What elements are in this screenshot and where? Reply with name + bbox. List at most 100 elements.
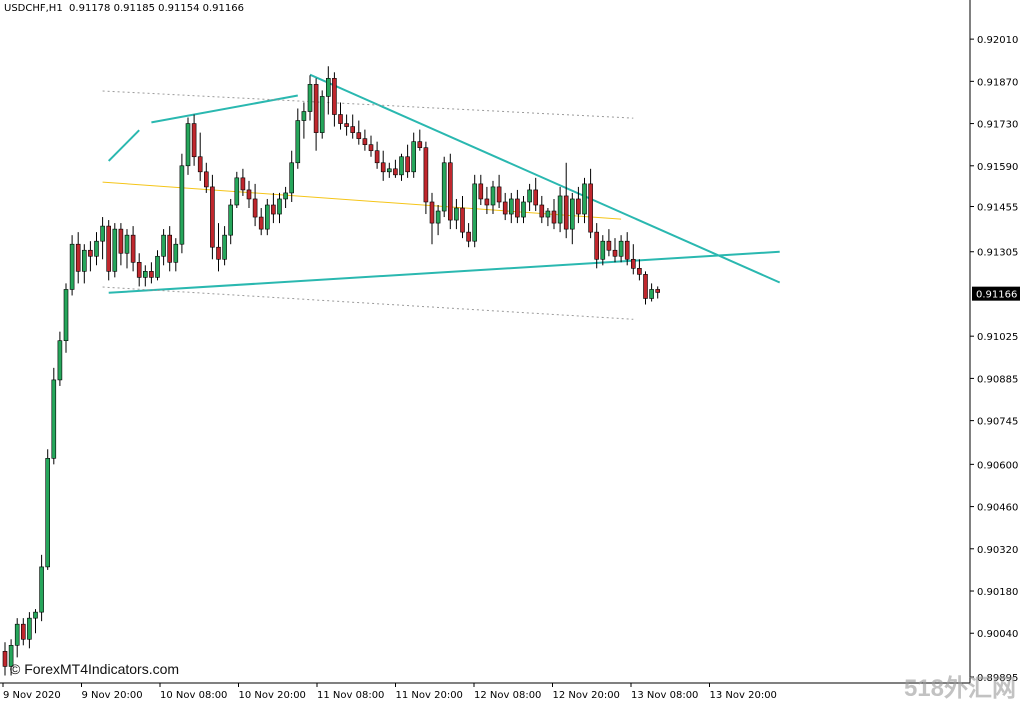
candle-body [557, 195, 563, 224]
candle-body [490, 186, 496, 206]
current-price-tag: 0.91166 [972, 286, 1020, 301]
candle-body [521, 201, 526, 218]
candle-body [466, 231, 471, 242]
candle [39, 554, 44, 622]
candle [319, 90, 325, 139]
y-tick-label: 0.90460 [977, 503, 1018, 514]
candle-body [161, 234, 166, 257]
candle-body [386, 168, 392, 173]
y-tick-label: 0.90180 [977, 587, 1018, 598]
candle [411, 132, 417, 178]
candle [106, 220, 111, 281]
candle-body [600, 240, 606, 260]
candle [386, 162, 392, 178]
candle-series [2, 66, 661, 676]
candle [502, 192, 508, 221]
candle-body [588, 183, 593, 233]
x-tick-label: 10 Nov 20:00 [239, 690, 306, 701]
candle [545, 208, 551, 227]
price-axis: 0.92010 0.91870 0.91730 0.91590 0.91455 0.913… [970, 35, 1018, 684]
candle [325, 66, 331, 115]
candle-body [51, 379, 57, 459]
candle-body [624, 240, 630, 260]
candle-body [533, 189, 539, 206]
candle-body [173, 243, 179, 263]
candle-body [130, 234, 136, 263]
upper-trendline-line [151, 94, 298, 124]
candle-body [246, 189, 252, 200]
candle-body [356, 132, 362, 139]
candle-body [283, 192, 288, 200]
candle-body [27, 617, 32, 640]
candle-body [454, 207, 459, 221]
candle [118, 223, 124, 266]
candle [100, 217, 105, 260]
candle [496, 174, 502, 209]
candle [2, 642, 8, 676]
candle [423, 141, 429, 215]
candle-body [594, 231, 600, 260]
candle [569, 192, 575, 245]
candle-body [2, 651, 8, 667]
candle-body [313, 84, 319, 133]
candle [222, 226, 227, 266]
candle-body [197, 156, 203, 173]
ohlc-values: 0.91178 0.91185 0.91154 0.91166 [69, 3, 244, 14]
candle-body [496, 186, 502, 203]
y-tick-label: 0.90745 [977, 417, 1018, 428]
candle-body [179, 165, 185, 245]
candle [57, 331, 63, 386]
candle-body [362, 138, 368, 145]
candle [508, 192, 514, 224]
candle-body [411, 141, 417, 173]
candle-body [405, 156, 410, 173]
candle [380, 150, 386, 181]
candle [618, 235, 624, 263]
candle [161, 229, 166, 266]
candle [313, 78, 319, 151]
candle [350, 114, 356, 139]
candle-body [33, 611, 38, 619]
candle [210, 174, 215, 260]
candle-body [124, 234, 130, 254]
candle-body [69, 243, 75, 290]
candle [307, 75, 313, 121]
chart-axes [0, 0, 971, 684]
candle-body [350, 126, 356, 133]
candle [234, 171, 240, 209]
candle-body [271, 204, 276, 215]
candle-body [167, 234, 172, 263]
x-tick-label: 9 Nov 2020 [3, 690, 61, 701]
candle [27, 612, 32, 649]
candle-body [185, 123, 191, 167]
candle [130, 226, 136, 272]
candle [264, 198, 270, 236]
x-tick-label: 13 Nov 20:00 [710, 690, 777, 701]
candle-body [82, 249, 87, 272]
candle-body [301, 111, 307, 121]
candle [228, 198, 233, 245]
symbol-label: USDCHF,H1 [4, 3, 63, 14]
candle-body [106, 225, 111, 272]
candle-body [94, 240, 99, 257]
candle [143, 265, 148, 287]
price-tag-label: 0.91166 [976, 290, 1017, 301]
candle [112, 223, 118, 278]
candle [655, 286, 661, 299]
candle [429, 192, 435, 245]
candle [441, 156, 447, 218]
candle [368, 135, 374, 157]
candle [606, 229, 612, 257]
candle [472, 174, 478, 248]
candle [33, 609, 38, 634]
candle-body [643, 274, 648, 299]
candle [155, 250, 160, 281]
y-tick-label: 0.91870 [977, 77, 1018, 88]
candle [252, 183, 258, 227]
candle-body [478, 183, 484, 200]
upper-channel-line [102, 90, 634, 119]
lower-channel-line [102, 286, 634, 320]
candle [283, 186, 288, 209]
y-tick-label: 0.90885 [977, 374, 1018, 385]
candle-body [252, 198, 258, 218]
